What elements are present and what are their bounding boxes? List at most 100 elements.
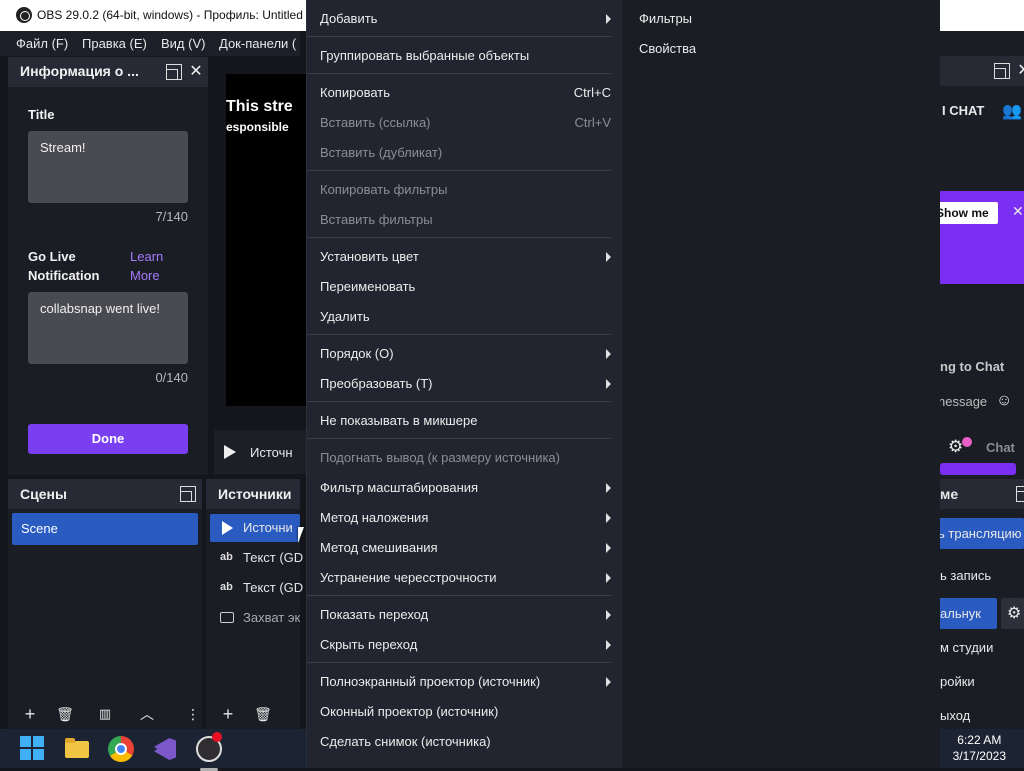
chat-settings-icon[interactable]: ⚙ [948, 437, 963, 457]
menu-item[interactable]: Не показывать в микшере [307, 405, 623, 435]
close-dock-icon[interactable]: ✕ [188, 64, 204, 80]
source-toolbar: Источн [214, 430, 308, 474]
menu-item[interactable]: Устранение чересстрочности [307, 562, 623, 592]
visual-studio-icon[interactable] [152, 736, 178, 762]
menu-edit[interactable]: Правка (E) [82, 36, 147, 51]
more-options-icon[interactable]: ⋮ [182, 702, 204, 726]
mouse-cursor-icon [298, 527, 304, 543]
menu-view[interactable]: Вид (V) [161, 36, 205, 51]
start-recording-button[interactable]: ь запись [940, 568, 991, 583]
settings-button[interactable]: ройки [940, 674, 975, 689]
menu-separator [307, 36, 611, 37]
done-button[interactable]: Done [28, 424, 188, 454]
start-streaming-button[interactable]: ь трансляцию [936, 518, 1024, 549]
menu-separator [307, 334, 611, 335]
move-up-icon[interactable]: ︿ [136, 702, 158, 726]
source-item[interactable]: Захват эк [210, 604, 300, 632]
menu-item[interactable]: Скрыть переход [307, 629, 623, 659]
preview-canvas[interactable]: This stre esponsible [226, 74, 308, 406]
menu-file[interactable]: Файл (F) [16, 36, 68, 51]
source-item[interactable]: ab Текст (GD [210, 574, 304, 602]
title-textarea[interactable]: Stream! [28, 131, 188, 203]
menu-item-label: Полноэкранный проектор (источник) [320, 674, 541, 689]
show-me-button[interactable]: Show me [934, 202, 998, 224]
float-controls-icon[interactable] [1016, 486, 1024, 502]
media-play-icon[interactable] [224, 445, 236, 459]
virtual-camera-label: альнук [940, 606, 981, 621]
controls-title: ме [940, 486, 959, 502]
source-item[interactable]: ab Текст (GD [210, 544, 303, 572]
menu-item[interactable]: Добавить [307, 3, 623, 33]
scenes-title: Сцены [20, 486, 67, 502]
source-item-label: Текст (GD [243, 580, 304, 595]
learn-more-link-line2[interactable]: More [130, 266, 160, 285]
menu-item-label: Показать переход [320, 607, 429, 622]
promo-banner: Show me ✕ [934, 191, 1024, 284]
add-submenu: Фильтры Свойства [622, 0, 940, 768]
emoji-icon[interactable]: ☺ [996, 392, 1012, 410]
virtual-camera-button[interactable]: альнук [936, 598, 997, 629]
menu-item-label: Порядок (O) [320, 346, 394, 361]
submenu-arrow-icon [606, 640, 611, 650]
menu-item[interactable]: Полноэкранный проектор (источник) [307, 666, 623, 696]
menu-item[interactable]: Группировать выбранные объекты [307, 40, 623, 70]
obs-taskbar-icon[interactable] [196, 732, 222, 771]
users-icon[interactable]: 👥 [1002, 101, 1022, 121]
menu-item-label: Метод наложения [320, 510, 429, 525]
menu-item[interactable]: Порядок (O) [307, 338, 623, 368]
exit-button[interactable]: ыход [940, 708, 970, 723]
menu-item-label: Переименовать [320, 279, 416, 294]
chat-dock-header: ✕ [940, 56, 1024, 86]
gear-icon: ⚙ [1007, 605, 1022, 622]
chat-button[interactable]: Chat [986, 440, 1015, 455]
scene-item[interactable]: Scene [12, 513, 198, 545]
close-banner-icon[interactable]: ✕ [1012, 203, 1024, 220]
notification-label-line1: Go Live [28, 249, 76, 264]
submenu-arrow-icon [606, 543, 611, 553]
float-chat-icon[interactable] [994, 63, 1010, 79]
menu-item[interactable]: Метод смешивания [307, 532, 623, 562]
menu-item[interactable]: Метод наложения [307, 502, 623, 532]
menu-item[interactable]: Преобразовать (T) [307, 368, 623, 398]
remove-source-icon[interactable]: 🗑 [252, 702, 274, 726]
menu-item[interactable]: Фильтр масштабирования [307, 472, 623, 502]
menu-item[interactable]: Удалить [307, 301, 623, 331]
menu-item[interactable]: Установить цвет [307, 241, 623, 271]
menu-item[interactable]: Сделать снимок (источника) [307, 726, 623, 756]
system-clock[interactable]: 6:22 AM 3/17/2023 [953, 732, 1006, 764]
menu-item[interactable]: Показать переход [307, 599, 623, 629]
dock-title: Информация о ... [20, 63, 139, 79]
source-toolbar-name: Источн [250, 445, 293, 460]
menu-item[interactable]: Оконный проектор (источник) [307, 696, 623, 726]
play-icon [222, 521, 233, 535]
add-source-icon[interactable]: + [217, 702, 239, 726]
notification-textarea[interactable]: collabsnap went live! [28, 292, 188, 364]
chrome-icon[interactable] [108, 736, 134, 762]
virtual-camera-settings-button[interactable]: ⚙ [1001, 598, 1024, 629]
submenu-arrow-icon [606, 349, 611, 359]
learn-more-link-line1[interactable]: Learn [130, 247, 163, 266]
add-scene-icon[interactable]: + [19, 702, 41, 726]
chat-bar [940, 463, 1016, 475]
source-item[interactable]: Источни [210, 514, 300, 542]
windows-start-icon[interactable] [20, 736, 46, 762]
menu-item[interactable]: Переименовать [307, 271, 623, 301]
scene-filters-icon[interactable]: ▥ [94, 702, 116, 726]
menu-item-label: Вставить фильтры [320, 212, 433, 227]
close-chat-icon[interactable]: ✕ [1016, 63, 1024, 79]
preview-text-line2: esponsible [226, 120, 289, 134]
chat-input[interactable]: nessage ☺ [938, 384, 1024, 420]
remove-scene-icon[interactable]: 🗑 [54, 702, 76, 726]
menu-item[interactable]: Копировать Ctrl+C [307, 77, 623, 107]
menu-item: Вставить (дубликат) [307, 137, 623, 167]
clock-time: 6:22 AM [957, 733, 1002, 747]
file-explorer-icon[interactable] [64, 736, 90, 762]
studio-mode-button[interactable]: м студии [940, 640, 993, 655]
text-icon: ab [220, 551, 233, 563]
float-dock-icon[interactable] [166, 64, 182, 80]
submenu-item-properties[interactable]: Свойства [639, 41, 696, 56]
submenu-item-filters[interactable]: Фильтры [639, 11, 692, 26]
menu-docks[interactable]: Док-панели ( [219, 36, 296, 51]
clock-date: 3/17/2023 [952, 749, 1006, 763]
float-scenes-icon[interactable] [180, 486, 196, 502]
